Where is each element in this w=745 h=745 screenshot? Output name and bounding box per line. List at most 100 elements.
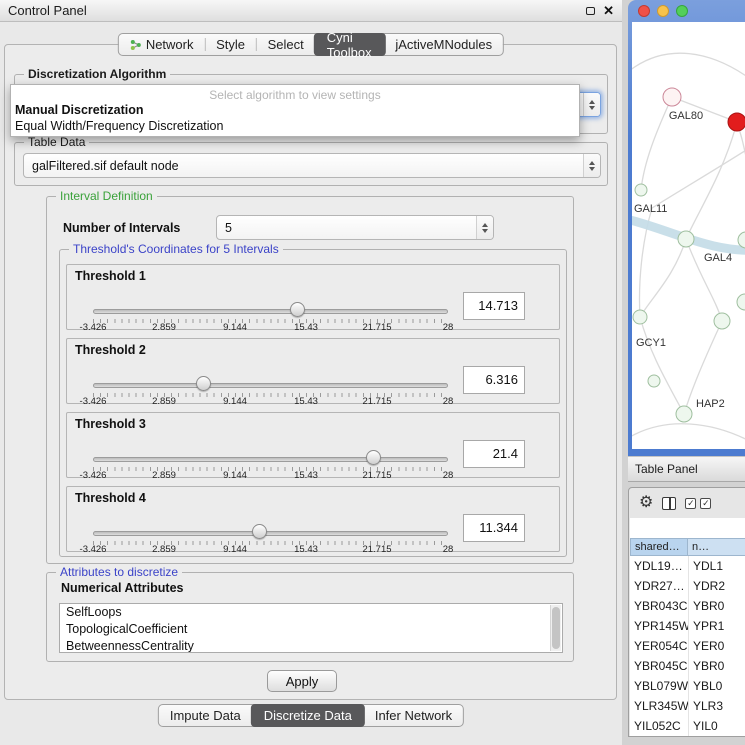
- list-item[interactable]: SelfLoops: [60, 604, 562, 621]
- tab-style[interactable]: Style: [205, 34, 256, 55]
- group-title: Attributes to discretize: [56, 565, 182, 579]
- slider-thumb[interactable]: [366, 450, 381, 465]
- cell[interactable]: YER0: [688, 636, 745, 656]
- checkbox-icon[interactable]: ✓: [685, 498, 696, 509]
- threshold-1-slider[interactable]: -3.426 2.859 9.144 15.43 21.715 28: [93, 265, 448, 329]
- table-row[interactable]: YPR145WYPR1: [630, 616, 745, 636]
- slider-thumb[interactable]: [196, 376, 211, 391]
- cell[interactable]: YBR0: [688, 656, 745, 676]
- cell[interactable]: YBL0: [688, 676, 745, 696]
- table-row[interactable]: YDL19…YDL1: [630, 556, 745, 576]
- network-view-window[interactable]: GAL80 GAL11 GAL4 GCY1 HAP2: [628, 0, 745, 456]
- node[interactable]: [635, 184, 647, 196]
- cell[interactable]: YDL19…: [630, 556, 688, 576]
- node-selected-red[interactable]: [728, 113, 745, 131]
- list-item[interactable]: BetweennessCentrality: [60, 638, 562, 653]
- node[interactable]: [676, 406, 692, 422]
- dropdown-placeholder-option[interactable]: Select algorithm to view settings: [11, 85, 579, 102]
- slider-scale-labels: -3.426 2.859 9.144 15.43 21.715 28: [93, 394, 448, 406]
- tab-select[interactable]: Select: [257, 34, 315, 55]
- dropdown-option-equal-width-frequency[interactable]: Equal Width/Frequency Discretization: [11, 118, 579, 134]
- minimize-window-icon[interactable]: [657, 5, 669, 17]
- cell[interactable]: YBR0: [688, 596, 745, 616]
- tab-discretize-data[interactable]: Discretize Data: [251, 704, 365, 727]
- node[interactable]: [714, 313, 730, 329]
- cell[interactable]: YDR2: [688, 576, 745, 596]
- threshold-4-slider[interactable]: -3.426 2.859 9.144 15.43 21.715 28: [93, 487, 448, 551]
- threshold-2-slider[interactable]: -3.426 2.859 9.144 15.43 21.715 28: [93, 339, 448, 403]
- table-row[interactable]: YIL052CYIL0: [630, 716, 745, 736]
- tab-impute-data[interactable]: Impute Data: [159, 705, 252, 726]
- numerical-attributes-list[interactable]: SelfLoops TopologicalCoefficient Between…: [59, 603, 563, 653]
- node[interactable]: [737, 294, 745, 310]
- list-item[interactable]: TopologicalCoefficient: [60, 621, 562, 638]
- node[interactable]: [633, 310, 647, 324]
- table-row[interactable]: YBR043CYBR0: [630, 596, 745, 616]
- zoom-window-icon[interactable]: [676, 5, 688, 17]
- slider-track[interactable]: [93, 309, 448, 314]
- threshold-1-value-field[interactable]: 14.713: [463, 292, 525, 320]
- slider-scale-labels: -3.426 2.859 9.144 15.43 21.715 28: [93, 320, 448, 332]
- table-row[interactable]: YLR345WYLR3: [630, 696, 745, 716]
- group-title: Interval Definition: [56, 189, 157, 203]
- node[interactable]: [648, 375, 660, 387]
- list-scrollbar[interactable]: [550, 605, 561, 651]
- slider-track[interactable]: [93, 383, 448, 388]
- cell[interactable]: YER054C: [630, 636, 688, 656]
- cell[interactable]: YBL079W: [630, 676, 688, 696]
- gear-icon[interactable]: ⚙: [639, 495, 653, 511]
- scale-label: 21.715: [362, 396, 391, 407]
- apply-button[interactable]: Apply: [267, 670, 337, 692]
- scale-label: 28: [443, 544, 454, 555]
- column-header-name[interactable]: n…: [688, 538, 745, 556]
- threshold-2-value-field[interactable]: 6.316: [463, 366, 525, 394]
- node-label: GCY1: [636, 337, 666, 349]
- node[interactable]: [678, 231, 694, 247]
- control-panel-titlebar[interactable]: Control Panel ✕: [0, 0, 622, 22]
- table-data-combobox[interactable]: galFiltered.sif default node: [23, 153, 601, 178]
- table-body: shared… n… YDL19…YDL1 YDR27…YDR2 YBR043C…: [630, 518, 745, 736]
- slider-thumb[interactable]: [252, 524, 267, 539]
- cell[interactable]: YDR27…: [630, 576, 688, 596]
- cell[interactable]: YBR045C: [630, 656, 688, 676]
- threshold-3-value-field[interactable]: 21.4: [463, 440, 525, 468]
- combobox-value: galFiltered.sif default node: [24, 159, 583, 173]
- slider-track[interactable]: [93, 531, 448, 536]
- scrollbar-thumb[interactable]: [552, 607, 560, 649]
- dropdown-option-manual-discretization[interactable]: Manual Discretization: [11, 102, 579, 118]
- cell[interactable]: YLR345W: [630, 696, 688, 716]
- table-row[interactable]: YDR27…YDR2: [630, 576, 745, 596]
- close-window-icon[interactable]: [638, 5, 650, 17]
- network-canvas[interactable]: GAL80 GAL11 GAL4 GCY1 HAP2: [632, 22, 745, 449]
- column-header-shared-name[interactable]: shared…: [630, 538, 688, 556]
- cell[interactable]: YPR1: [688, 616, 745, 636]
- tab-cyni-toolbox[interactable]: Cyni Toolbox: [314, 33, 386, 56]
- close-icon[interactable]: ✕: [603, 4, 614, 17]
- cell[interactable]: YLR3: [688, 696, 745, 716]
- float-window-icon[interactable]: [586, 7, 595, 15]
- tab-jactivemnodules[interactable]: jActiveMNodules: [384, 34, 503, 55]
- interval-definition-group: Interval Definition Number of Intervals …: [46, 196, 574, 564]
- combobox-stepper-icon: [583, 93, 600, 116]
- scale-label: 2.859: [152, 322, 176, 333]
- node-gal80[interactable]: [663, 88, 681, 106]
- slider-track[interactable]: [93, 457, 448, 462]
- table-panel-header[interactable]: Table Panel: [628, 456, 745, 482]
- cell[interactable]: YBR043C: [630, 596, 688, 616]
- table-row[interactable]: YER054CYER0: [630, 636, 745, 656]
- slider-thumb[interactable]: [290, 302, 305, 317]
- threshold-4-value-field[interactable]: 11.344: [463, 514, 525, 542]
- panel-title: Control Panel: [8, 3, 87, 18]
- columns-icon[interactable]: [662, 497, 676, 510]
- threshold-3-slider[interactable]: -3.426 2.859 9.144 15.43 21.715 28: [93, 413, 448, 477]
- table-row[interactable]: YBR045CYBR0: [630, 656, 745, 676]
- tab-infer-network[interactable]: Infer Network: [364, 705, 463, 726]
- number-of-intervals-combobox[interactable]: 5: [216, 215, 494, 240]
- checkbox-icon[interactable]: ✓: [700, 498, 711, 509]
- table-row[interactable]: YBL079WYBL0: [630, 676, 745, 696]
- cell[interactable]: YIL0: [688, 716, 745, 736]
- cell[interactable]: YPR145W: [630, 616, 688, 636]
- cell[interactable]: YDL1: [688, 556, 745, 576]
- cell[interactable]: YIL052C: [630, 716, 688, 736]
- tab-network[interactable]: Network: [119, 34, 205, 55]
